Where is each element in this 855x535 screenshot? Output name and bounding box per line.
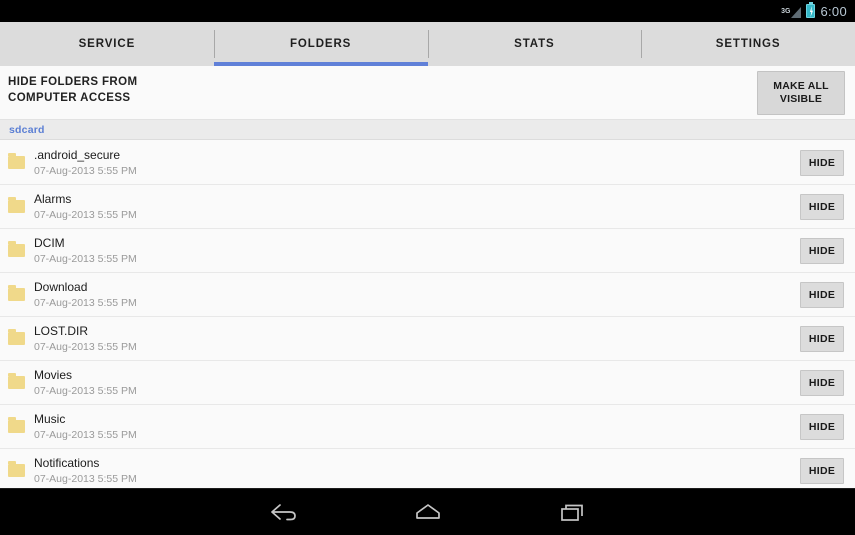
tab-service[interactable]: SERVICE <box>0 22 214 66</box>
folder-row-text: Notifications 07-Aug-2013 5:55 PM <box>34 456 800 486</box>
signal-triangle-icon: 3G <box>781 4 802 19</box>
folder-list[interactable]: .android_secure 07-Aug-2013 5:55 PM HIDE Al… <box>0 141 855 489</box>
tab-stats[interactable]: STATS <box>427 22 642 66</box>
page-header: HIDE FOLDERS FROM COMPUTER ACCESS MAKE A… <box>0 66 855 120</box>
network-type-label: 3G <box>781 7 791 15</box>
folder-icon <box>8 241 25 257</box>
nav-home-button[interactable] <box>355 489 500 535</box>
folder-row[interactable]: Download 07-Aug-2013 5:55 PM HIDE <box>0 273 855 317</box>
hide-folder-button[interactable]: HIDE <box>800 413 844 440</box>
folder-row-text: DCIM 07-Aug-2013 5:55 PM <box>34 236 800 266</box>
folder-modified-date: 07-Aug-2013 5:55 PM <box>34 252 137 265</box>
tab-divider <box>641 30 643 58</box>
folder-row[interactable]: Music 07-Aug-2013 5:55 PM HIDE <box>0 405 855 449</box>
charging-bolt-icon <box>809 6 814 17</box>
folder-row[interactable]: LOST.DIR 07-Aug-2013 5:55 PM HIDE <box>0 317 855 361</box>
folder-modified-date: 07-Aug-2013 5:55 PM <box>34 208 137 221</box>
folder-modified-date: 07-Aug-2013 5:55 PM <box>34 472 137 485</box>
folder-row[interactable]: Alarms 07-Aug-2013 5:55 PM HIDE <box>0 185 855 229</box>
hide-folder-button[interactable]: HIDE <box>800 193 844 220</box>
nav-recent-apps-button[interactable] <box>500 489 645 535</box>
hide-folder-button-label: HIDE <box>808 464 836 477</box>
tab-stats-label: STATS <box>514 38 555 50</box>
hide-folder-button-label: HIDE <box>808 200 836 213</box>
folder-icon <box>8 373 25 389</box>
folder-row-text: Music 07-Aug-2013 5:55 PM <box>34 412 800 442</box>
folder-name: Alarms <box>34 191 72 206</box>
folder-modified-date: 07-Aug-2013 5:55 PM <box>34 384 137 397</box>
nav-back-button[interactable] <box>210 489 355 535</box>
tab-divider <box>213 30 215 58</box>
hide-folder-button[interactable]: HIDE <box>800 457 844 484</box>
tab-folders-label: FOLDERS <box>290 38 352 50</box>
status-bar-right: 3G 6:00 <box>781 2 847 19</box>
section-header-label: sdcard <box>9 123 45 136</box>
back-arrow-icon <box>270 504 296 521</box>
page-title-line1: HIDE FOLDERS FROM <box>8 76 138 88</box>
hide-folder-button-label: HIDE <box>808 332 836 345</box>
folder-row[interactable]: .android_secure 07-Aug-2013 5:55 PM HIDE <box>0 141 855 185</box>
battery-charging-icon <box>806 2 816 18</box>
tab-settings-label: SETTINGS <box>715 38 781 50</box>
status-bar-clock: 6:00 <box>820 3 847 19</box>
folder-row[interactable]: Movies 07-Aug-2013 5:55 PM HIDE <box>0 361 855 405</box>
folder-icon <box>8 153 25 169</box>
tab-bar: SERVICE FOLDERS STATS SETTINGS <box>0 22 855 66</box>
hide-folder-button-label: HIDE <box>808 376 836 389</box>
folder-name: Download <box>34 279 88 294</box>
page-title: HIDE FOLDERS FROM COMPUTER ACCESS <box>8 74 308 106</box>
folder-modified-date: 07-Aug-2013 5:55 PM <box>34 428 137 441</box>
folder-modified-date: 07-Aug-2013 5:55 PM <box>34 340 137 353</box>
app-screen: 3G 6:00 SERVICE FOLDERS STATS SETTINGS H… <box>0 0 855 535</box>
folder-name: .android_secure <box>34 147 121 162</box>
folder-icon <box>8 197 25 213</box>
hide-folder-button[interactable]: HIDE <box>800 149 844 176</box>
page-title-line2: COMPUTER ACCESS <box>8 92 131 104</box>
folder-name: Music <box>34 411 66 426</box>
tab-service-label: SERVICE <box>78 38 136 50</box>
make-all-visible-button[interactable]: MAKE ALL VISIBLE <box>757 71 845 115</box>
hide-folder-button-label: HIDE <box>808 420 836 433</box>
section-header-sdcard: sdcard <box>0 120 855 140</box>
folder-row-text: Alarms 07-Aug-2013 5:55 PM <box>34 192 800 222</box>
folder-modified-date: 07-Aug-2013 5:55 PM <box>34 296 137 309</box>
hide-folder-button[interactable]: HIDE <box>800 281 844 308</box>
folder-name: Movies <box>34 367 73 382</box>
recent-apps-icon <box>560 504 583 521</box>
tab-divider <box>427 30 429 58</box>
folder-modified-date: 07-Aug-2013 5:55 PM <box>34 164 137 177</box>
hide-folder-button[interactable]: HIDE <box>800 369 844 396</box>
folder-row-text: .android_secure 07-Aug-2013 5:55 PM <box>34 148 800 178</box>
folder-name: LOST.DIR <box>34 323 89 338</box>
folder-icon <box>8 461 25 477</box>
tab-folders[interactable]: FOLDERS <box>213 22 428 66</box>
folder-name: DCIM <box>34 235 65 250</box>
folder-icon <box>8 285 25 301</box>
make-all-visible-label-line1: MAKE ALL <box>773 80 829 92</box>
make-all-visible-label-line2: VISIBLE <box>779 93 823 105</box>
hide-folder-button[interactable]: HIDE <box>800 237 844 264</box>
folder-row-text: LOST.DIR 07-Aug-2013 5:55 PM <box>34 324 800 354</box>
folder-icon <box>8 417 25 433</box>
folder-row[interactable]: Notifications 07-Aug-2013 5:55 PM HIDE <box>0 449 855 489</box>
hide-folder-button[interactable]: HIDE <box>800 325 844 352</box>
hide-folder-button-label: HIDE <box>808 288 836 301</box>
folder-row-text: Movies 07-Aug-2013 5:55 PM <box>34 368 800 398</box>
folder-icon <box>8 329 25 345</box>
hide-folder-button-label: HIDE <box>808 244 836 257</box>
tab-settings[interactable]: SETTINGS <box>641 22 855 66</box>
folder-name: Notifications <box>34 455 100 470</box>
status-bar: 3G 6:00 <box>0 0 855 22</box>
home-icon <box>415 504 440 519</box>
folder-row-text: Download 07-Aug-2013 5:55 PM <box>34 280 800 310</box>
hide-folder-button-label: HIDE <box>808 156 836 169</box>
folder-row[interactable]: DCIM 07-Aug-2013 5:55 PM HIDE <box>0 229 855 273</box>
signal-bars-icon <box>791 6 802 18</box>
system-navigation-bar <box>0 488 855 535</box>
